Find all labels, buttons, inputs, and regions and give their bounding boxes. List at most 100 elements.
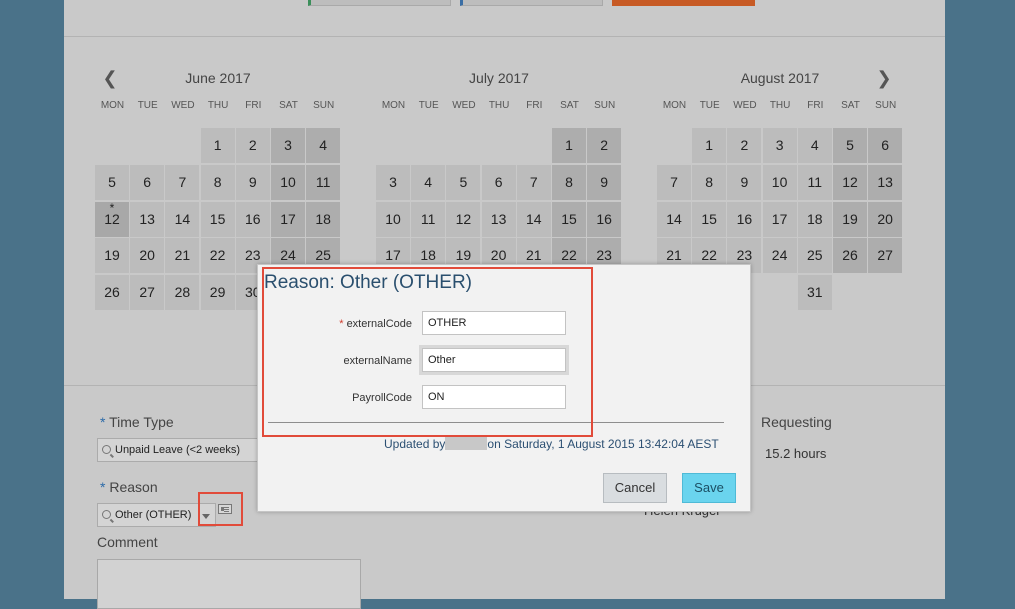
calendar-day[interactable]: 21: [165, 238, 200, 274]
weekday-header: SAT: [560, 100, 579, 111]
calendar-day[interactable]: 16: [587, 201, 622, 237]
day-number: 9: [600, 173, 609, 190]
weekday-header: TUE: [699, 100, 720, 111]
comment-label: Comment: [97, 534, 158, 550]
calendar-day[interactable]: 28: [165, 275, 200, 311]
calendar-day[interactable]: 10: [762, 164, 797, 200]
calendar-day[interactable]: 11: [306, 164, 341, 200]
calendar-day[interactable]: 20: [130, 238, 165, 274]
day-number: 7: [529, 173, 538, 190]
day-number: 8: [213, 173, 222, 190]
day-number: 2: [600, 137, 609, 153]
calendar-day[interactable]: 25: [797, 238, 832, 274]
month-title: August 2017: [740, 70, 820, 86]
calendar-day[interactable]: 11: [797, 164, 832, 200]
calendar-day[interactable]: 4: [797, 128, 832, 163]
calendar-day[interactable]: 8: [552, 164, 586, 200]
day-number: 8: [565, 173, 573, 190]
day-number: 23: [245, 247, 261, 264]
calendar-day[interactable]: 13: [868, 164, 903, 200]
calendar-day[interactable]: 3: [376, 164, 410, 200]
calendar-day[interactable]: 4: [411, 164, 446, 200]
calendar-day[interactable]: 12: [446, 201, 481, 237]
calendar-day[interactable]: 9: [727, 164, 762, 200]
calendar-day[interactable]: 5: [446, 164, 481, 200]
day-number: 4: [319, 137, 328, 153]
calendar-day[interactable]: 14: [657, 201, 691, 237]
calendar-day[interactable]: 1: [200, 128, 235, 163]
calendar-day[interactable]: 10: [376, 201, 410, 237]
save-button[interactable]: Save: [682, 473, 736, 503]
calendar-day[interactable]: 8: [200, 164, 235, 200]
calendar-day[interactable]: 7: [165, 164, 200, 200]
calendar-day[interactable]: 27: [868, 238, 903, 274]
calendar-day[interactable]: 18: [306, 201, 341, 237]
calendar-day[interactable]: 2: [235, 128, 270, 163]
calendar-day[interactable]: 20: [868, 201, 903, 237]
calendar-day[interactable]: 7: [516, 164, 551, 200]
day-number: 16: [596, 210, 612, 227]
calendar-day[interactable]: 14: [165, 201, 200, 237]
calendar-day[interactable]: 8: [692, 164, 727, 200]
calendar-day[interactable]: 10: [271, 164, 305, 200]
day-number: 17: [280, 210, 296, 227]
top-action-button-1[interactable]: [308, 0, 451, 6]
calendar-day[interactable]: 1: [552, 128, 586, 163]
cancel-button[interactable]: Cancel: [603, 473, 667, 503]
comment-textarea[interactable]: [97, 559, 361, 609]
calendar-day[interactable]: 17: [271, 201, 305, 237]
calendar-day[interactable]: 6: [868, 128, 903, 163]
day-number: 14: [666, 210, 682, 227]
day-number: 13: [877, 173, 893, 190]
calendar-day[interactable]: 6: [481, 164, 516, 200]
calendar-day[interactable]: 3: [271, 128, 305, 163]
calendar-day[interactable]: 7: [657, 164, 691, 200]
calendar-day[interactable]: 16: [727, 201, 762, 237]
calendar-day[interactable]: 24: [762, 238, 797, 274]
calendar-day[interactable]: 9: [587, 164, 622, 200]
calendar-day[interactable]: 31: [797, 275, 832, 311]
calendar-day[interactable]: 6: [130, 164, 165, 200]
calendar-day[interactable]: 5: [833, 128, 867, 163]
day-number: 7: [670, 173, 678, 190]
calendar-day[interactable]: 12 *: [95, 201, 129, 237]
day-number: 6: [881, 137, 890, 153]
calendar-day[interactable]: 29: [200, 275, 235, 311]
calendar-day[interactable]: 27: [130, 275, 165, 311]
day-number: 27: [877, 247, 893, 264]
calendar-day[interactable]: 2: [587, 128, 622, 163]
day-number: 24: [280, 247, 296, 264]
time-type-select[interactable]: Unpaid Leave (<2 weeks): [97, 438, 267, 462]
day-number: 3: [284, 137, 292, 153]
calendar-day[interactable]: 9: [235, 164, 270, 200]
day-number: 18: [807, 210, 823, 227]
calendar-day[interactable]: 19: [833, 201, 867, 237]
day-number: 2: [248, 137, 257, 153]
calendar-day[interactable]: 15: [200, 201, 235, 237]
day-number: 20: [490, 247, 507, 264]
calendar-day[interactable]: 11: [411, 201, 446, 237]
calendar-day[interactable]: 14: [516, 201, 551, 237]
calendar-day[interactable]: 1: [692, 128, 727, 163]
day-number: 5: [846, 137, 854, 153]
top-action-button-2[interactable]: [460, 0, 603, 6]
top-action-button-3[interactable]: [612, 0, 755, 6]
calendar-day[interactable]: 18: [797, 201, 832, 237]
calendar-day[interactable]: 22: [200, 238, 235, 274]
day-number: 11: [315, 173, 331, 190]
calendar-day[interactable]: 12: [833, 164, 867, 200]
calendar-day[interactable]: 16: [235, 201, 270, 237]
calendar-day[interactable]: 3: [762, 128, 797, 163]
day-number: 20: [877, 210, 893, 227]
calendar-day[interactable]: 19: [95, 238, 129, 274]
calendar-day[interactable]: 17: [762, 201, 797, 237]
calendar-day[interactable]: 26: [95, 275, 129, 311]
calendar-day[interactable]: 2: [727, 128, 762, 163]
calendar-day[interactable]: 26: [833, 238, 867, 274]
calendar-day[interactable]: 15: [692, 201, 727, 237]
calendar-day[interactable]: 13: [481, 201, 516, 237]
calendar-day[interactable]: 15: [552, 201, 586, 237]
calendar-day[interactable]: 4: [306, 128, 341, 163]
weekday-header: THU: [207, 100, 229, 111]
calendar-day[interactable]: 13: [130, 201, 165, 237]
